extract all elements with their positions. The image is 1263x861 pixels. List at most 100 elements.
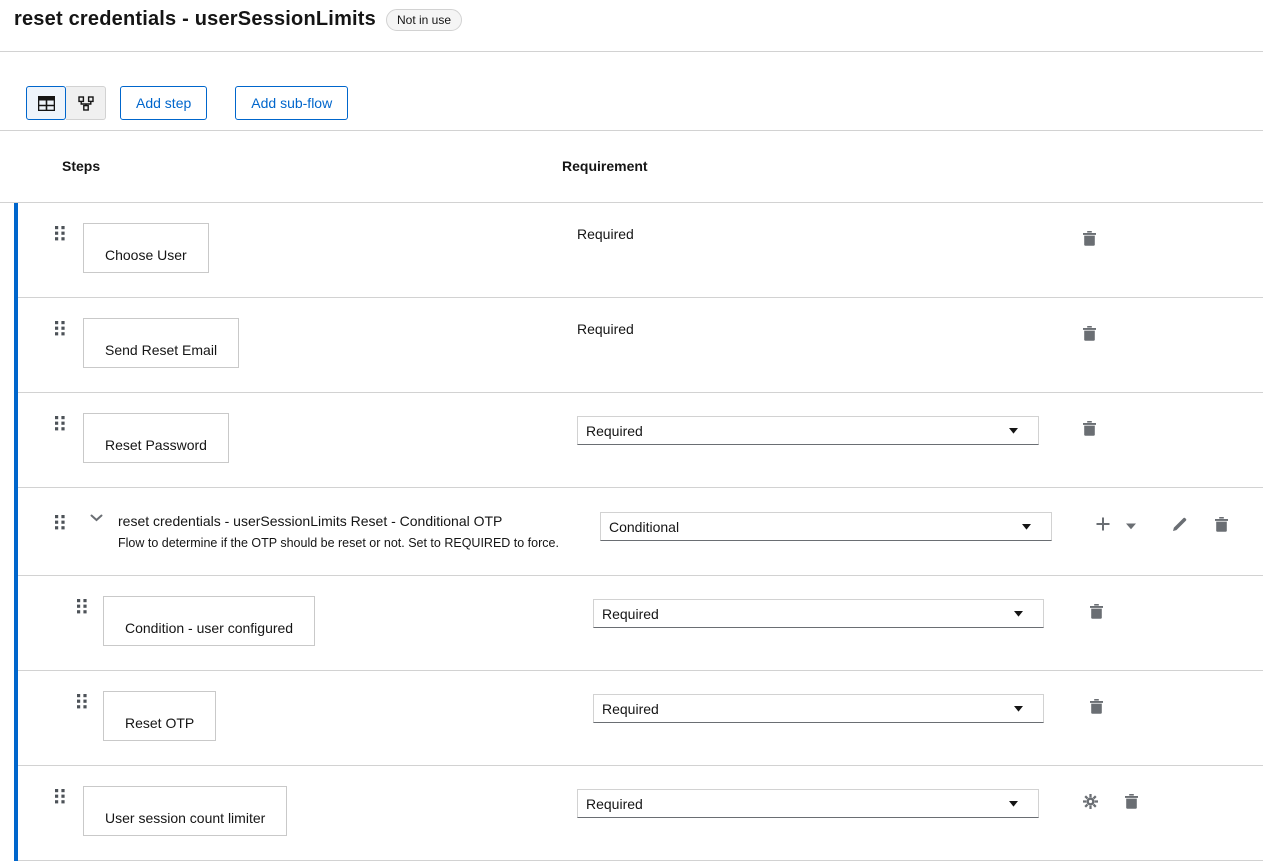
add-subflow-button[interactable]: Add sub-flow bbox=[235, 86, 348, 120]
column-header-requirement: Requirement bbox=[562, 158, 648, 174]
step-card: Choose User bbox=[83, 223, 209, 273]
trash-icon bbox=[1083, 326, 1096, 341]
flow-editor-page: reset credentials - userSessionLimits No… bbox=[0, 0, 1263, 861]
drag-handle[interactable] bbox=[55, 515, 66, 530]
page-header: reset credentials - userSessionLimits No… bbox=[0, 0, 1263, 52]
trash-icon bbox=[1215, 517, 1228, 532]
grip-dots-icon bbox=[55, 321, 66, 336]
step-label: User session count limiter bbox=[105, 810, 265, 826]
page-title: reset credentials - userSessionLimits bbox=[14, 6, 376, 32]
requirement-select[interactable]: Required bbox=[577, 416, 1039, 445]
requirement-selected-value: Required bbox=[586, 796, 643, 812]
delete-button[interactable] bbox=[1090, 699, 1103, 714]
drag-handle[interactable] bbox=[55, 226, 66, 241]
row-actions bbox=[1090, 699, 1103, 714]
row-actions bbox=[1083, 231, 1096, 246]
requirement-selected-value: Required bbox=[602, 606, 659, 622]
edit-button[interactable] bbox=[1172, 516, 1188, 532]
column-header-steps: Steps bbox=[62, 158, 100, 174]
delete-button[interactable] bbox=[1083, 421, 1096, 436]
step-label: Choose User bbox=[105, 247, 187, 263]
requirement-selected-value: Required bbox=[586, 423, 643, 439]
requirement-select[interactable]: Conditional bbox=[600, 512, 1052, 541]
flow-toolbar: Add step Add sub-flow bbox=[0, 52, 1263, 131]
grip-dots-icon bbox=[55, 515, 66, 530]
status-badge: Not in use bbox=[386, 9, 462, 31]
trash-icon bbox=[1090, 699, 1103, 714]
requirement-selected-value: Conditional bbox=[609, 519, 679, 535]
drag-handle[interactable] bbox=[55, 416, 66, 431]
grip-dots-icon bbox=[55, 226, 66, 241]
row-actions bbox=[1090, 604, 1103, 619]
step-row: Condition - user configured Required bbox=[18, 576, 1263, 671]
caret-down-icon bbox=[1014, 706, 1023, 712]
caret-down-icon bbox=[1014, 611, 1023, 617]
step-card: Reset Password bbox=[83, 413, 229, 463]
trash-icon bbox=[1083, 231, 1096, 246]
caret-down-icon bbox=[1126, 523, 1136, 530]
delete-button[interactable] bbox=[1090, 604, 1103, 619]
step-row: Reset OTP Required bbox=[18, 671, 1263, 766]
step-row: User session count limiter Required bbox=[18, 766, 1263, 861]
grip-dots-icon bbox=[55, 789, 66, 804]
table-view-toggle[interactable] bbox=[26, 86, 66, 120]
drag-handle[interactable] bbox=[77, 599, 88, 614]
requirement-cell: Required bbox=[593, 694, 1044, 723]
requirement-cell: Conditional bbox=[600, 512, 1052, 541]
requirement-selected-value: Required bbox=[602, 701, 659, 717]
gear-icon bbox=[1083, 794, 1098, 809]
add-step-button[interactable]: Add step bbox=[120, 86, 207, 120]
step-card: Reset OTP bbox=[103, 691, 216, 741]
caret-down-icon bbox=[1009, 801, 1018, 807]
row-actions bbox=[1083, 326, 1096, 341]
grip-dots-icon bbox=[77, 599, 88, 614]
collapse-toggle[interactable] bbox=[90, 514, 103, 522]
delete-button[interactable] bbox=[1125, 794, 1138, 809]
requirement-cell: Required bbox=[577, 789, 1039, 818]
diagram-icon bbox=[78, 96, 94, 111]
requirement-select[interactable]: Required bbox=[593, 599, 1044, 628]
delete-button[interactable] bbox=[1083, 326, 1096, 341]
trash-icon bbox=[1083, 421, 1096, 436]
grip-dots-icon bbox=[77, 694, 88, 709]
drag-handle[interactable] bbox=[55, 321, 66, 336]
requirement-value: Required bbox=[577, 226, 634, 242]
step-row: Reset Password Required bbox=[18, 393, 1263, 488]
add-options-toggle[interactable] bbox=[1126, 520, 1136, 532]
grip-dots-icon bbox=[55, 416, 66, 431]
diagram-view-toggle[interactable] bbox=[66, 86, 106, 120]
table-header: Steps Requirement bbox=[0, 131, 1263, 203]
row-actions bbox=[1083, 421, 1096, 436]
requirement-value: Required bbox=[577, 321, 634, 337]
step-card: Condition - user configured bbox=[103, 596, 315, 646]
view-toggle-group bbox=[26, 86, 106, 120]
caret-down-icon bbox=[1009, 428, 1018, 434]
step-card: Send Reset Email bbox=[83, 318, 239, 368]
trash-icon bbox=[1090, 604, 1103, 619]
subflow-description: Flow to determine if the OTP should be r… bbox=[118, 536, 559, 551]
add-execution-button[interactable] bbox=[1095, 516, 1111, 532]
requirement-select[interactable]: Required bbox=[593, 694, 1044, 723]
row-actions bbox=[1083, 794, 1138, 809]
delete-button[interactable] bbox=[1215, 516, 1228, 532]
drag-handle[interactable] bbox=[77, 694, 88, 709]
requirement-cell: Required bbox=[577, 321, 1039, 339]
caret-down-icon bbox=[1022, 524, 1031, 530]
trash-icon bbox=[1125, 794, 1138, 809]
row-actions bbox=[1095, 516, 1228, 532]
step-row: Send Reset Email Required bbox=[18, 298, 1263, 393]
flow-rows: Choose User Required Send Reset Email Requi… bbox=[14, 203, 1263, 861]
requirement-select[interactable]: Required bbox=[577, 789, 1039, 818]
requirement-cell: Required bbox=[593, 599, 1044, 628]
step-label: Send Reset Email bbox=[105, 342, 217, 358]
requirement-cell: Required bbox=[577, 226, 1039, 244]
step-label: Condition - user configured bbox=[125, 620, 293, 636]
drag-handle[interactable] bbox=[55, 789, 66, 804]
step-card: User session count limiter bbox=[83, 786, 287, 836]
delete-button[interactable] bbox=[1083, 231, 1096, 246]
subflow-title: reset credentials - userSessionLimits Re… bbox=[118, 513, 559, 529]
pencil-icon bbox=[1172, 516, 1188, 532]
step-label: Reset Password bbox=[105, 437, 207, 453]
settings-button[interactable] bbox=[1083, 794, 1098, 809]
plus-icon bbox=[1095, 516, 1111, 532]
